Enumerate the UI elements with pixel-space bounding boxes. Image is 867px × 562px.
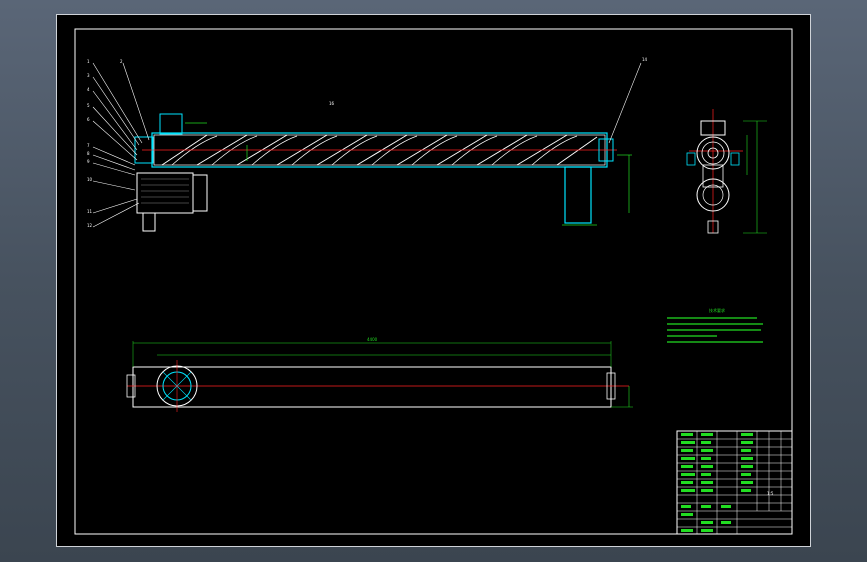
end-view[interactable] [686, 109, 767, 234]
plan-view[interactable]: 4400 [126, 337, 633, 412]
svg-text:11: 11 [87, 209, 93, 214]
motor-foot [142, 212, 156, 232]
svg-text:9: 9 [87, 159, 90, 164]
svg-text:8: 8 [87, 151, 90, 156]
sheet-tag: 16 [329, 101, 335, 106]
drawing-sheet[interactable]: 1 2 3 4 5 6 7 8 9 10 11 12 14 16 4400 技术… [56, 14, 811, 547]
inlet-port [159, 113, 183, 135]
right-callout-number: 14 [642, 57, 648, 62]
callout-numbers: 1 2 3 4 5 6 7 8 9 10 11 12 [87, 59, 123, 228]
svg-text:12: 12 [87, 223, 93, 228]
screw-conveyor-elevation[interactable] [134, 113, 632, 232]
title-block[interactable]: 1:5 [676, 430, 793, 535]
svg-text:6: 6 [87, 117, 90, 122]
svg-text:4: 4 [87, 87, 90, 92]
title-block-scale: 1:5 [767, 491, 774, 496]
technical-requirements: 技术要求 [667, 307, 763, 343]
svg-text:10: 10 [87, 177, 93, 182]
svg-text:3: 3 [87, 73, 90, 78]
cad-drawing: 1 2 3 4 5 6 7 8 9 10 11 12 14 16 4400 技术… [74, 28, 793, 535]
svg-text:5: 5 [87, 103, 90, 108]
svg-text:7: 7 [87, 143, 90, 148]
overall-length-label: 4400 [367, 337, 378, 342]
plan-trough [132, 366, 612, 408]
outlet-leg [564, 166, 592, 224]
svg-text:2: 2 [120, 59, 123, 64]
tech-requirements-title: 技术要求 [709, 307, 725, 313]
svg-text:1: 1 [87, 59, 90, 64]
title-block-frame [676, 430, 793, 535]
